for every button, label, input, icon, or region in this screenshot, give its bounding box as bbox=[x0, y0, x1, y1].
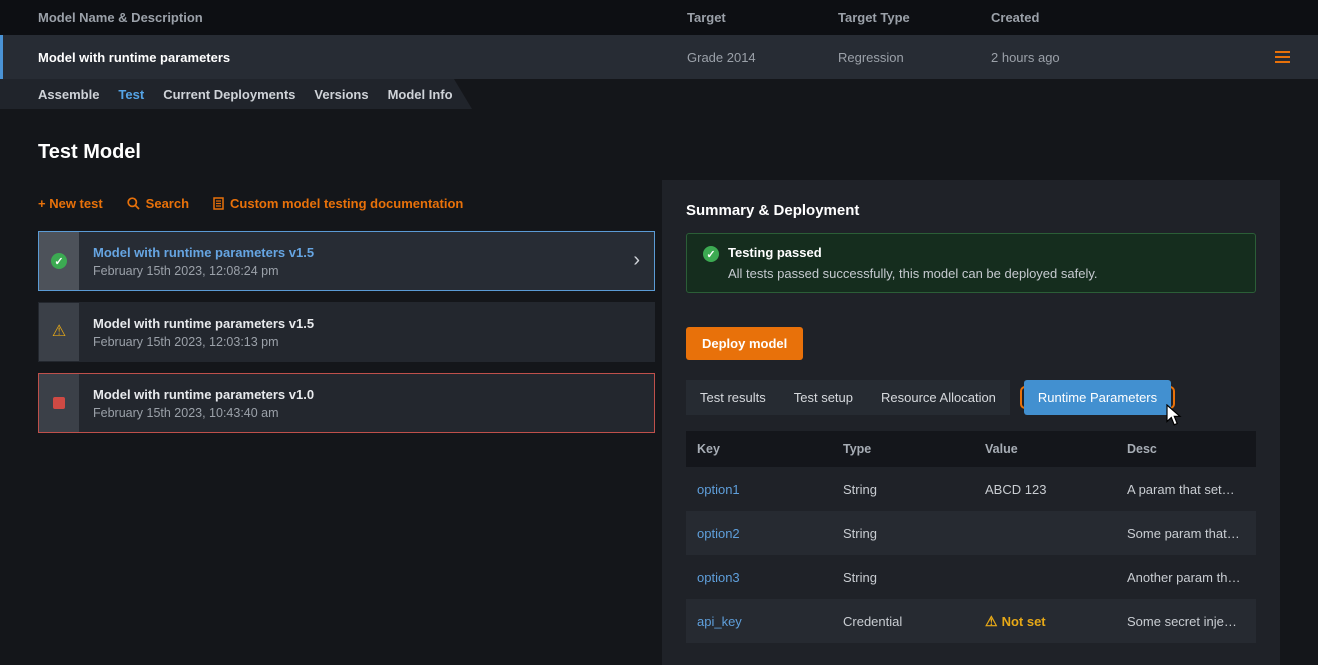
summary-title: Summary & Deployment bbox=[686, 202, 1256, 219]
param-desc: Another param th… bbox=[1116, 555, 1256, 599]
tab-test[interactable]: Test bbox=[118, 87, 144, 102]
param-key-link[interactable]: option2 bbox=[697, 526, 740, 541]
params-header-key: Key bbox=[686, 431, 832, 467]
params-header-value: Value bbox=[974, 431, 1116, 467]
params-header-type: Type bbox=[832, 431, 974, 467]
param-value bbox=[974, 511, 1116, 555]
model-created: 2 hours ago bbox=[991, 50, 1318, 65]
page-title: Test Model bbox=[38, 141, 1318, 164]
param-key-link[interactable]: option3 bbox=[697, 570, 740, 585]
param-type: String bbox=[832, 467, 974, 511]
param-desc: Some param that… bbox=[1116, 511, 1256, 555]
test-item-date: February 15th 2023, 10:43:40 am bbox=[93, 406, 314, 420]
test-item-body: Model with runtime parameters v1.5 Febru… bbox=[79, 232, 314, 290]
tab-test-setup[interactable]: Test setup bbox=[780, 380, 867, 415]
active-tab-highlight: Runtime Parameters bbox=[1020, 386, 1175, 409]
summary-panel: Summary & Deployment ✓ Testing passed Al… bbox=[662, 180, 1280, 665]
model-row[interactable]: Model with runtime parameters Grade 2014… bbox=[0, 35, 1318, 79]
banner-subtext: All tests passed successfully, this mode… bbox=[728, 266, 1097, 281]
docs-label: Custom model testing documentation bbox=[230, 196, 463, 211]
param-key-link[interactable]: option1 bbox=[697, 482, 740, 497]
test-item-date: February 15th 2023, 12:03:13 pm bbox=[93, 335, 314, 349]
param-type: String bbox=[832, 555, 974, 599]
model-tab-strip: Assemble Test Current Deployments Versio… bbox=[0, 79, 472, 109]
param-row: api_key Credential ⚠ Not set Some secret … bbox=[686, 599, 1256, 643]
column-header-name: Model Name & Description bbox=[0, 10, 687, 25]
tab-current-deployments[interactable]: Current Deployments bbox=[163, 87, 295, 102]
params-header-desc: Desc bbox=[1116, 431, 1256, 467]
search-button[interactable]: Search bbox=[127, 196, 189, 211]
test-item-date: February 15th 2023, 12:08:24 pm bbox=[93, 264, 314, 278]
param-type: String bbox=[832, 511, 974, 555]
success-check-icon: ✓ bbox=[51, 253, 67, 269]
param-desc: A param that set… bbox=[1116, 467, 1256, 511]
param-value: Not set bbox=[1002, 614, 1046, 629]
model-list-header: Model Name & Description Target Target T… bbox=[0, 0, 1318, 35]
tab-resource-allocation[interactable]: Resource Allocation bbox=[867, 380, 1010, 415]
test-item-title: Model with runtime parameters v1.5 bbox=[93, 245, 314, 260]
new-test-button[interactable]: + New test bbox=[38, 196, 103, 211]
search-icon bbox=[127, 197, 140, 210]
runtime-parameters-table: Key Type Value Desc option1 String ABCD … bbox=[686, 431, 1256, 643]
param-key-link[interactable]: api_key bbox=[697, 614, 742, 629]
param-row: option3 String Another param th… bbox=[686, 555, 1256, 599]
params-header-row: Key Type Value Desc bbox=[686, 431, 1256, 467]
tab-versions[interactable]: Versions bbox=[314, 87, 368, 102]
banner-title: Testing passed bbox=[728, 245, 1097, 260]
test-actions: + New test Search Custom model testing d… bbox=[38, 196, 655, 211]
docs-link[interactable]: Custom model testing documentation bbox=[213, 196, 463, 211]
test-item-body: Model with runtime parameters v1.5 Febru… bbox=[79, 303, 314, 361]
hamburger-menu-icon[interactable] bbox=[1275, 48, 1290, 66]
param-value bbox=[974, 555, 1116, 599]
deploy-model-button[interactable]: Deploy model bbox=[686, 327, 803, 360]
tab-model-info[interactable]: Model Info bbox=[388, 87, 453, 102]
test-item-title: Model with runtime parameters v1.0 bbox=[93, 387, 314, 402]
test-list-panel: + New test Search Custom model testing d… bbox=[38, 196, 655, 444]
param-desc: Some secret inje… bbox=[1116, 599, 1256, 643]
warning-triangle-icon: ⚠ bbox=[52, 324, 66, 340]
model-target: Grade 2014 bbox=[687, 50, 838, 65]
not-set-warning: ⚠ Not set bbox=[985, 614, 1046, 629]
chevron-right-icon[interactable]: › bbox=[633, 249, 640, 272]
param-row: option1 String ABCD 123 A param that set… bbox=[686, 467, 1256, 511]
status-column bbox=[39, 374, 79, 432]
model-name: Model with runtime parameters bbox=[0, 50, 687, 65]
document-icon bbox=[213, 197, 224, 210]
test-list-item[interactable]: ⚠ Model with runtime parameters v1.5 Feb… bbox=[38, 302, 655, 362]
summary-tab-strip: Test results Test setup Resource Allocat… bbox=[686, 380, 1256, 415]
param-type: Credential bbox=[832, 599, 974, 643]
warning-triangle-icon: ⚠ bbox=[985, 613, 998, 629]
tab-runtime-parameters[interactable]: Runtime Parameters bbox=[1024, 380, 1171, 415]
test-item-title: Model with runtime parameters v1.5 bbox=[93, 316, 314, 331]
tab-assemble[interactable]: Assemble bbox=[38, 87, 99, 102]
testing-passed-banner: ✓ Testing passed All tests passed succes… bbox=[686, 233, 1256, 293]
status-column: ✓ bbox=[39, 232, 79, 290]
test-list: ✓ Model with runtime parameters v1.5 Feb… bbox=[38, 231, 655, 433]
tab-test-results[interactable]: Test results bbox=[686, 380, 780, 415]
success-check-icon: ✓ bbox=[703, 246, 719, 262]
column-header-created: Created bbox=[991, 10, 1318, 25]
param-value: ABCD 123 bbox=[974, 467, 1116, 511]
column-header-target: Target bbox=[687, 10, 838, 25]
test-list-item[interactable]: Model with runtime parameters v1.0 Febru… bbox=[38, 373, 655, 433]
status-column: ⚠ bbox=[39, 303, 79, 361]
new-test-label: + New test bbox=[38, 196, 103, 211]
test-list-item[interactable]: ✓ Model with runtime parameters v1.5 Feb… bbox=[38, 231, 655, 291]
search-label: Search bbox=[146, 196, 189, 211]
test-item-body: Model with runtime parameters v1.0 Febru… bbox=[79, 374, 314, 432]
banner-text: Testing passed All tests passed successf… bbox=[728, 245, 1097, 281]
error-stop-icon bbox=[53, 397, 65, 409]
param-row: option2 String Some param that… bbox=[686, 511, 1256, 555]
column-header-target-type: Target Type bbox=[838, 10, 991, 25]
model-target-type: Regression bbox=[838, 50, 991, 65]
